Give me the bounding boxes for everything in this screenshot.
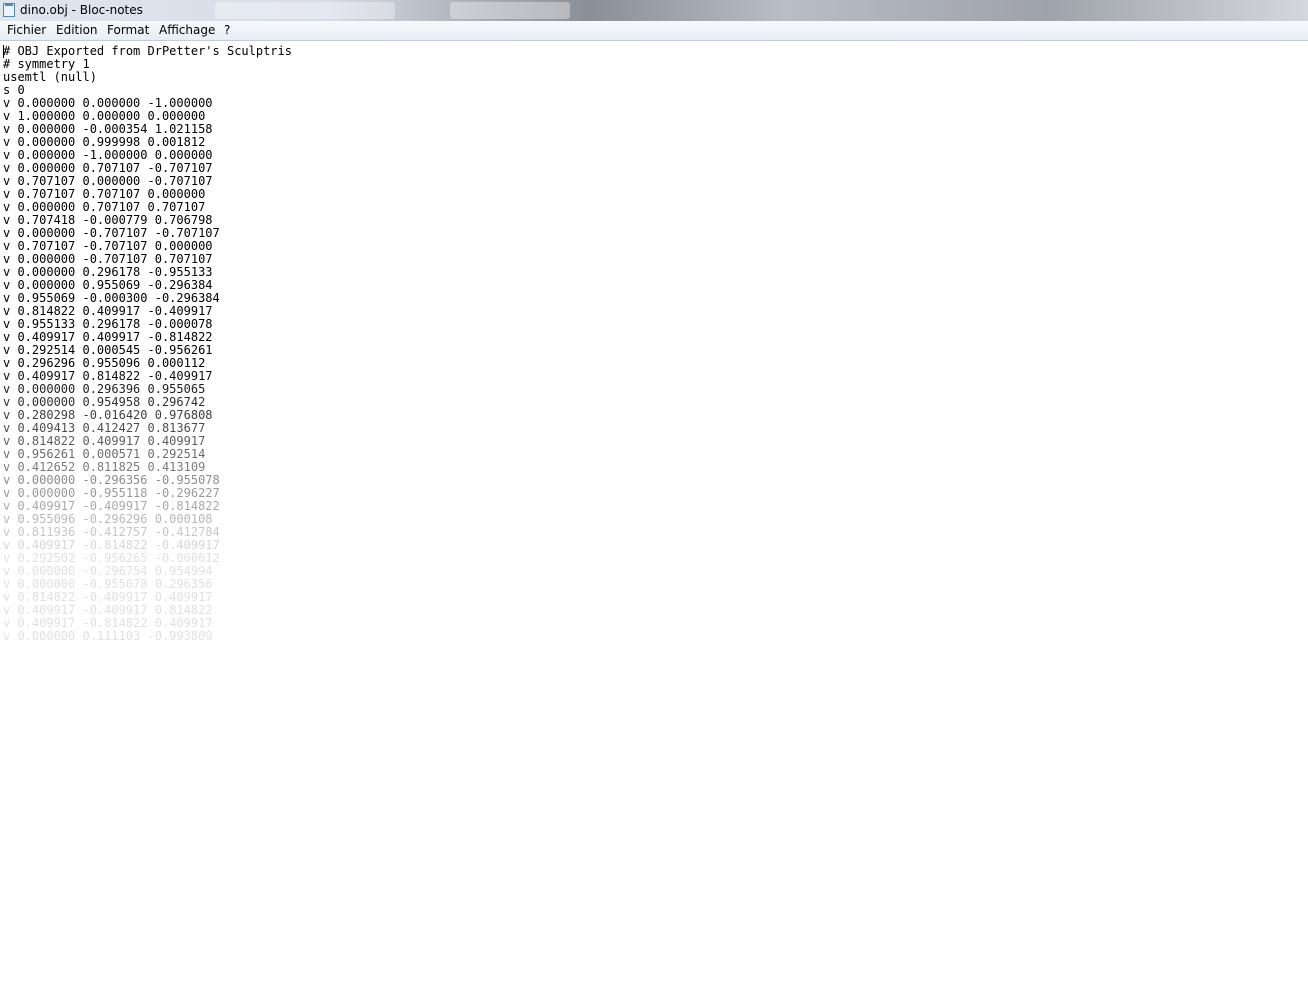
menu-help[interactable]: ?	[224, 23, 230, 38]
menu-fichier[interactable]: Fichier	[7, 23, 46, 38]
taskbar-thumbnail	[215, 2, 395, 19]
menu-bar: Fichier Edition Format Affichage ?	[0, 21, 1308, 41]
text-editor[interactable]: # OBJ Exported from DrPetter's Sculptris…	[0, 41, 1308, 986]
menu-format[interactable]: Format	[107, 23, 149, 38]
taskbar-thumbnail	[450, 2, 570, 19]
notepad-icon	[3, 3, 15, 17]
window-title: dino.obj - Bloc-notes	[20, 3, 143, 17]
text-line: v 0.000000 0.111103 -0.993809	[3, 629, 213, 643]
menu-edition[interactable]: Edition	[56, 23, 98, 38]
window-title-bar[interactable]: dino.obj - Bloc-notes	[0, 0, 1308, 21]
menu-affichage[interactable]: Affichage	[159, 23, 215, 38]
